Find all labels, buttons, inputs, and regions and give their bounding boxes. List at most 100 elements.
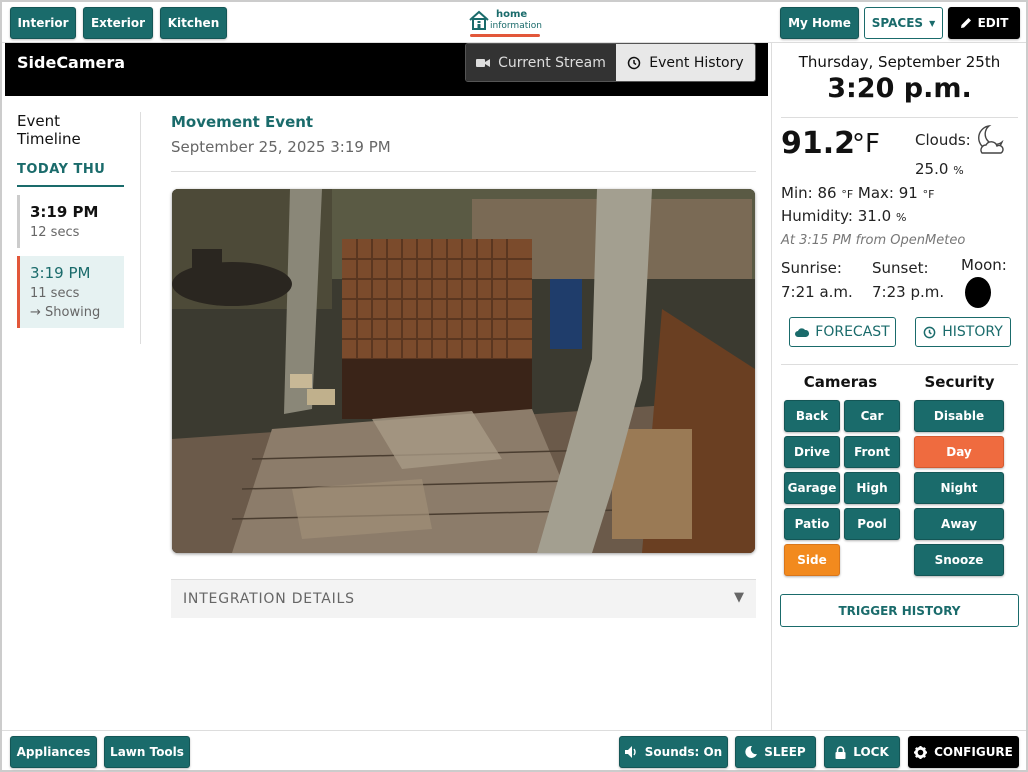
panel-divider — [781, 364, 1018, 365]
right-panel: Thursday, September 25th 3:20 p.m. 91.2 … — [771, 43, 1026, 730]
sounds-toggle-button[interactable]: Sounds: On — [619, 736, 728, 768]
clouds-label: Clouds: — [915, 131, 971, 149]
sunrise-time: Sunrise: 7:21 a.m. — [781, 259, 853, 301]
camera-side-button[interactable]: Side — [784, 544, 840, 576]
edit-label: EDIT — [977, 16, 1009, 30]
clouds-value: 25.0 % — [915, 160, 964, 178]
max-temperature: Max: 91 — [857, 184, 918, 202]
lawn-tools-button[interactable]: Lawn Tools — [104, 736, 190, 768]
camera-drive-button[interactable]: Drive — [784, 436, 840, 468]
event-date: September 25, 2025 3:19 PM — [171, 138, 391, 156]
weather-history-button[interactable]: HISTORY — [915, 317, 1011, 347]
tab-current-stream[interactable]: Current Stream — [466, 44, 616, 81]
trigger-history-button[interactable]: TRIGGER HISTORY — [780, 594, 1019, 627]
timeline-item-duration: 11 secs — [30, 286, 80, 301]
clouds-number: 25.0 — [915, 160, 949, 178]
event-timeline: Event Timeline TODAY THU 3:19 PM 12 secs… — [17, 112, 127, 328]
event-title: Movement Event — [171, 113, 314, 131]
bottom-bar: Appliances Lawn Tools Sounds: On SLEEP L… — [2, 730, 1026, 770]
integration-details-label: INTEGRATION DETAILS — [183, 591, 355, 607]
timeline-item[interactable]: 3:19 PM 12 secs — [17, 195, 124, 248]
history-icon — [923, 326, 936, 338]
event-divider — [171, 171, 756, 172]
nav-exterior-button[interactable]: Exterior — [83, 7, 153, 39]
tab-event-history[interactable]: Event History — [615, 44, 755, 81]
tab-event-history-label: Event History — [649, 54, 744, 71]
configure-button[interactable]: CONFIGURE — [908, 736, 1019, 768]
security-day-button[interactable]: Day — [914, 436, 1004, 468]
pencil-icon — [960, 18, 971, 28]
timeline-day-label: TODAY THU — [17, 162, 124, 187]
nav-kitchen-button[interactable]: Kitchen — [160, 7, 227, 39]
camera-high-button[interactable]: High — [844, 472, 900, 504]
tab-current-stream-label: Current Stream — [498, 54, 606, 71]
nav-interior-button[interactable]: Interior — [10, 7, 76, 39]
lock-button[interactable]: LOCK — [824, 736, 900, 768]
night-cloud-icon — [978, 124, 1004, 154]
event-snapshot-image[interactable] — [172, 189, 755, 553]
expand-caret-icon: ▼ — [734, 590, 744, 605]
moon-phase-icon — [965, 277, 991, 308]
sunset-time: Sunset: 7:23 p.m. — [872, 259, 945, 301]
spaces-dropdown[interactable]: SPACES ▼ — [864, 7, 943, 39]
humidity-unit: % — [895, 211, 907, 224]
sounds-label: Sounds: On — [644, 745, 723, 759]
security-away-button[interactable]: Away — [914, 508, 1004, 540]
configure-label: CONFIGURE — [934, 745, 1013, 759]
humidity-value: Humidity: 31.0 — [781, 207, 892, 225]
security-night-button[interactable]: Night — [914, 472, 1004, 504]
home-information-logo[interactable]: home information — [468, 7, 542, 37]
current-time: 3:20 p.m. — [827, 73, 972, 104]
edit-button[interactable]: EDIT — [948, 7, 1020, 39]
panel-divider — [781, 117, 1018, 118]
view-tabs: Current Stream Event History — [465, 43, 756, 82]
video-camera-icon — [476, 58, 491, 67]
camera-car-button[interactable]: Car — [844, 400, 900, 432]
camera-front-button[interactable]: Front — [844, 436, 900, 468]
top-bar: Interior Exterior Kitchen home informati… — [2, 2, 1026, 43]
security-snooze-button[interactable]: Snooze — [914, 544, 1004, 576]
lock-label: LOCK — [853, 745, 889, 759]
clouds-unit: % — [953, 164, 964, 177]
forecast-button[interactable]: FORECAST — [789, 317, 896, 347]
camera-header: SideCamera Current Stream Event History — [5, 43, 768, 96]
cameras-heading: Cameras — [803, 373, 878, 391]
gear-icon — [914, 745, 928, 759]
lock-icon — [835, 745, 846, 759]
my-home-button[interactable]: My Home — [780, 7, 859, 39]
cloud-icon — [795, 328, 810, 337]
spaces-label: SPACES — [871, 16, 924, 30]
caret-down-icon: ▼ — [929, 18, 936, 28]
timeline-item-status: → Showing — [30, 305, 101, 320]
speaker-icon — [624, 746, 636, 758]
min-unit: °F — [841, 188, 854, 201]
weather-source: At 3:15 PM from OpenMeteo — [781, 233, 966, 248]
sleep-label: SLEEP — [764, 745, 806, 759]
temperature-value: 91.2 — [781, 126, 856, 161]
timeline-item-time: 3:19 PM — [30, 203, 99, 221]
timeline-item-time: 3:19 PM — [30, 264, 91, 282]
integration-details-accordion[interactable]: INTEGRATION DETAILS ▼ — [171, 579, 756, 618]
temperature-unit: °F — [852, 129, 880, 159]
security-disable-button[interactable]: Disable — [914, 400, 1004, 432]
min-temperature: Min: 86 — [781, 184, 837, 202]
camera-patio-button[interactable]: Patio — [784, 508, 840, 540]
timeline-item-duration: 12 secs — [30, 225, 80, 240]
camera-pool-button[interactable]: Pool — [844, 508, 900, 540]
camera-garage-button[interactable]: Garage — [784, 472, 840, 504]
security-heading: Security — [924, 373, 995, 391]
max-unit: °F — [922, 188, 935, 201]
forecast-label: FORECAST — [815, 324, 890, 340]
history-clock-icon — [628, 56, 641, 69]
sleep-button[interactable]: SLEEP — [735, 736, 816, 768]
logo-text-home: home — [496, 9, 528, 20]
camera-back-button[interactable]: Back — [784, 400, 840, 432]
timeline-title: Event Timeline — [17, 112, 81, 148]
appliances-button[interactable]: Appliances — [10, 736, 97, 768]
moon-icon — [745, 746, 758, 758]
timeline-item-active[interactable]: 3:19 PM 11 secs → Showing — [17, 256, 124, 328]
backyard-scene-image — [172, 189, 755, 553]
moon-label: Moon: — [961, 256, 1007, 274]
logo-underline — [470, 34, 540, 37]
camera-title: SideCamera — [17, 53, 126, 72]
